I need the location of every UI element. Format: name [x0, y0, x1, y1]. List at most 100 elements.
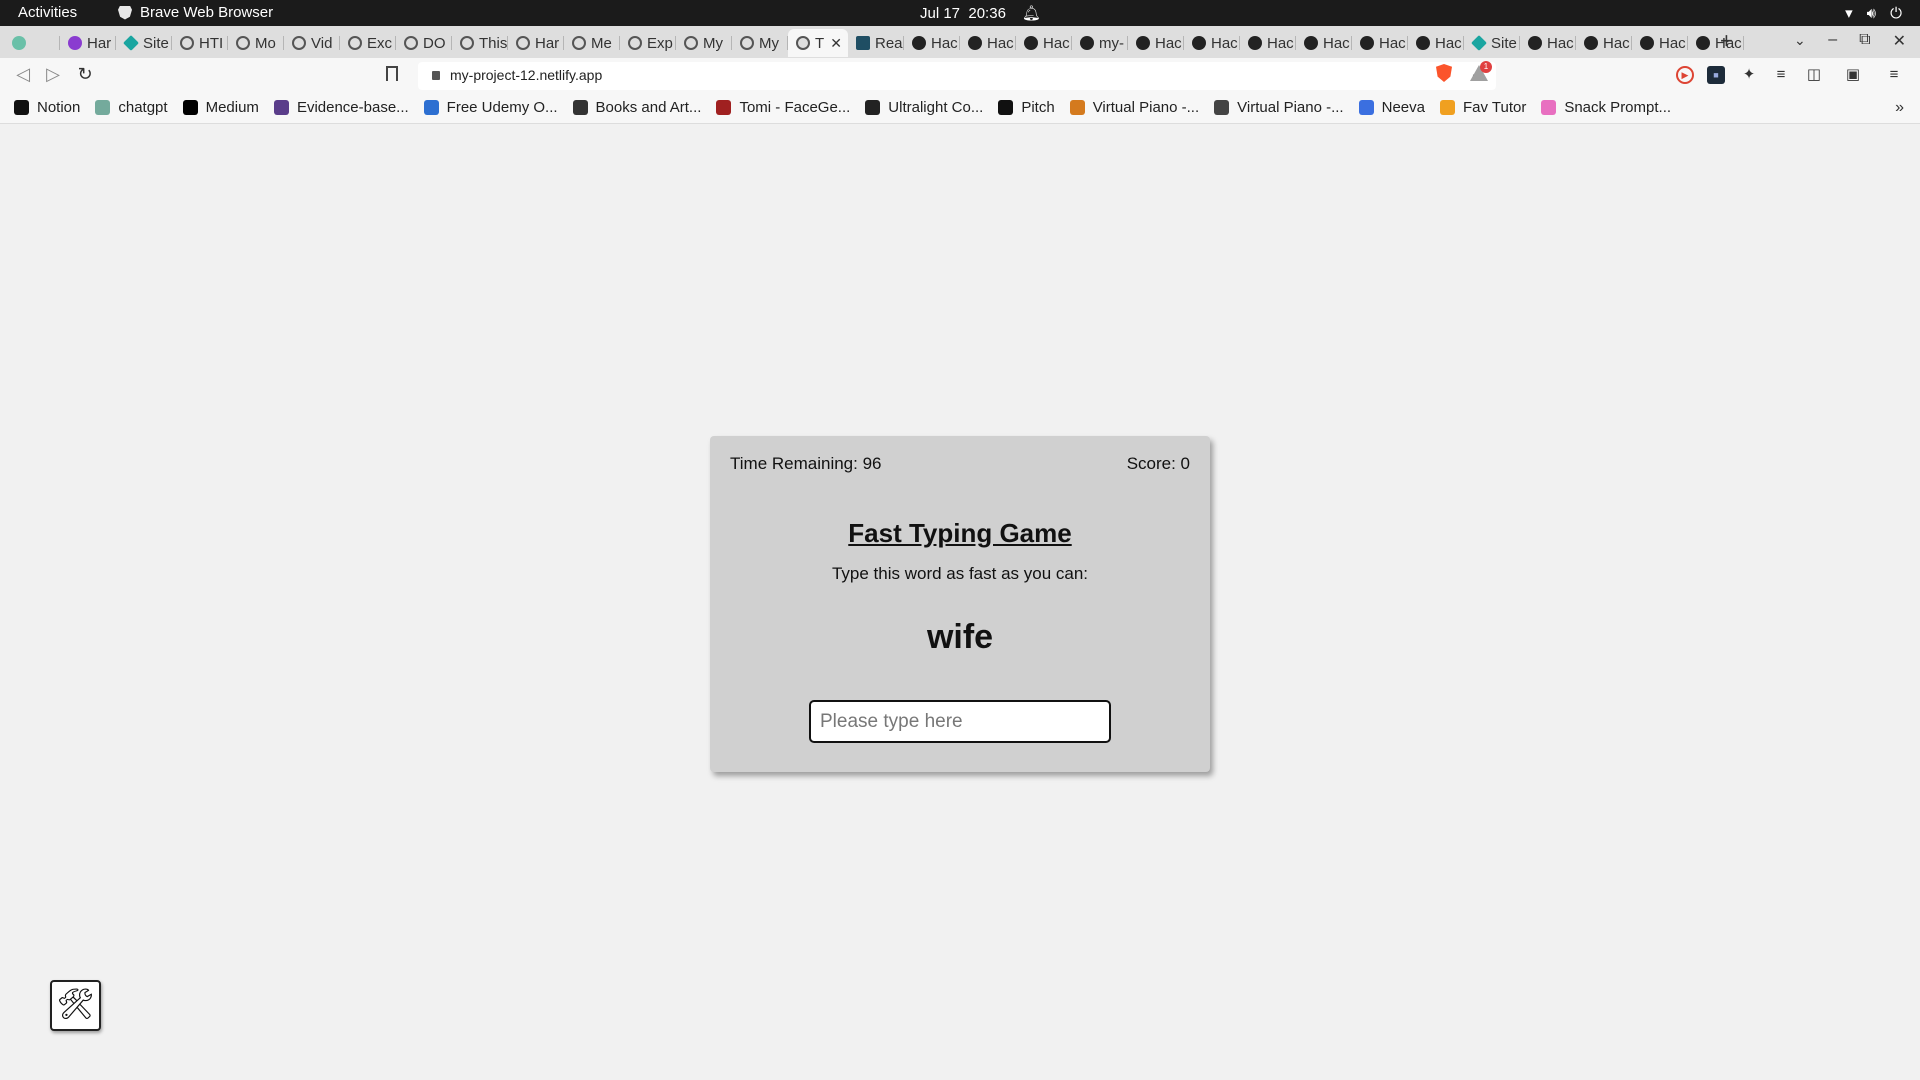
bookmark-favicon-icon — [182, 100, 198, 115]
bookmark-item[interactable]: Virtual Piano -... — [1214, 99, 1344, 116]
tab[interactable]: HTI — [172, 29, 228, 57]
forward-button[interactable]: ▷ — [42, 64, 64, 85]
tab[interactable]: Hac — [1688, 29, 1744, 57]
clock[interactable]: Jul 17 20:36 🔔︎ — [920, 4, 1041, 23]
reading-list-icon[interactable]: ≡ — [1772, 66, 1790, 84]
tab[interactable]: my- — [1072, 29, 1128, 57]
bookmark-item[interactable]: Notion — [14, 99, 80, 116]
tab[interactable]: Hac — [1016, 29, 1072, 57]
tab-search-chevron-icon[interactable]: ⌄ — [1794, 32, 1806, 49]
tab-label: Hac — [1043, 34, 1070, 52]
bookmark-favicon-icon — [1439, 100, 1455, 115]
bookmark-item[interactable]: chatgpt — [95, 99, 168, 116]
bookmark-item[interactable]: Medium — [182, 99, 259, 116]
sidebar-icon[interactable]: ◫ — [1805, 66, 1823, 84]
tab-label: Hac — [1211, 34, 1238, 52]
tab[interactable]: Har — [508, 29, 564, 57]
tab[interactable]: Vid — [284, 29, 340, 57]
tab-label: DO — [423, 34, 446, 52]
tab[interactable] — [4, 29, 60, 57]
tab[interactable]: Hac — [960, 29, 1016, 57]
tools-icon[interactable]: 🛠︎ — [50, 980, 101, 1031]
activities-button[interactable]: Activities — [18, 4, 77, 21]
bookmark-item[interactable]: Pitch — [998, 99, 1055, 116]
bookmark-item[interactable]: Evidence-base... — [273, 99, 409, 116]
bookmark-label: Evidence-base... — [296, 99, 409, 116]
bookmark-label: Fav Tutor — [1462, 99, 1527, 116]
tab[interactable]: Hac — [1128, 29, 1184, 57]
tab[interactable]: Hac — [1520, 29, 1576, 57]
bookmark-label: Tomi - FaceGe... — [739, 99, 851, 116]
tab-favicon-icon — [68, 36, 82, 50]
close-tab-icon[interactable]: ✕ — [830, 35, 842, 52]
window-controls: – ⧉ ✕ — [1828, 31, 1906, 51]
tab[interactable]: Me — [564, 29, 620, 57]
typing-input[interactable] — [809, 700, 1111, 743]
tab-favicon-icon — [968, 36, 982, 50]
tab-favicon-icon — [912, 36, 926, 50]
close-window-button[interactable]: ✕ — [1893, 31, 1906, 51]
extensions-puzzle-icon[interactable]: ✦ — [1740, 66, 1758, 84]
bookmark-icon[interactable] — [386, 66, 398, 81]
tab[interactable]: My — [676, 29, 732, 57]
tab[interactable]: Rea — [848, 29, 904, 57]
tab[interactable]: Hac — [1408, 29, 1464, 57]
bell-icon: 🔔︎ — [1021, 5, 1041, 22]
restore-button[interactable]: ⧉ — [1859, 31, 1870, 51]
rewards-badge: 1 — [1480, 61, 1492, 73]
record-extension-icon[interactable]: ▶ — [1676, 66, 1694, 84]
bookmark-favicon-icon — [1541, 100, 1557, 115]
tab-label: Har — [535, 34, 560, 52]
bookmark-favicon-icon — [1214, 100, 1230, 115]
bookmark-item[interactable]: Fav Tutor — [1439, 99, 1527, 116]
minimize-button[interactable]: – — [1828, 31, 1837, 51]
tab[interactable]: Site — [1464, 29, 1520, 57]
back-button[interactable]: ◁ — [12, 64, 34, 85]
more-bookmarks-icon[interactable]: » — [1895, 99, 1904, 117]
bookmark-item[interactable]: Free Udemy O... — [423, 99, 558, 116]
tab[interactable]: Mo — [228, 29, 284, 57]
tab[interactable]: Exc — [340, 29, 396, 57]
bookmarks-bar: Notion chatgpt Medium Evidence-base... Free … — [0, 94, 1920, 124]
tab[interactable]: Hac — [1632, 29, 1688, 57]
tab[interactable]: This — [452, 29, 508, 57]
tab[interactable]: My — [732, 29, 788, 57]
time-remaining: Time Remaining: 96 — [730, 454, 882, 473]
system-tray[interactable]: ▾ 🔊︎ ⏻ — [1845, 4, 1902, 23]
tab-list: Har Site HTI Mo Vid Exc DO This Har Me Exp My My T ✕ Re… — [4, 29, 1744, 57]
bookmark-item[interactable]: Snack Prompt... — [1541, 99, 1671, 116]
tab[interactable]: Hac — [1296, 29, 1352, 57]
address-bar[interactable]: my-project-12.netlify.app ⊲ — [418, 62, 1496, 90]
new-tab-button[interactable]: + — [1720, 28, 1733, 54]
menu-icon[interactable]: ≡ — [1885, 66, 1903, 84]
bookmark-item[interactable]: Ultralight Co... — [865, 99, 983, 116]
app-menu[interactable]: Brave Web Browser — [118, 4, 273, 21]
bookmark-favicon-icon — [1358, 100, 1374, 115]
url-text[interactable]: my-project-12.netlify.app — [450, 67, 602, 83]
tab-label: Vid — [311, 34, 333, 52]
tab[interactable]: Hac — [1184, 29, 1240, 57]
tab-label: Har — [87, 34, 112, 52]
tab-label: Hac — [1603, 34, 1630, 52]
system-top-bar: Activities Brave Web Browser Jul 17 20:3… — [0, 0, 1920, 26]
bookmark-item[interactable]: Virtual Piano -... — [1069, 99, 1200, 116]
bookmark-label: Virtual Piano -... — [1092, 99, 1200, 116]
tab[interactable]: Exp — [620, 29, 676, 57]
tab-active[interactable]: T ✕ — [788, 29, 848, 57]
tab[interactable]: Hac — [1576, 29, 1632, 57]
volume-icon: 🔊︎ — [1866, 4, 1877, 22]
bookmark-item[interactable]: Tomi - FaceGe... — [716, 99, 850, 116]
tab[interactable]: Site — [116, 29, 172, 57]
tab-label: Hac — [1659, 34, 1686, 52]
dark-extension-icon[interactable]: ■ — [1707, 66, 1725, 84]
reload-button[interactable]: ↻ — [74, 64, 96, 85]
tab[interactable]: Hac — [1352, 29, 1408, 57]
tab[interactable]: Hac — [1240, 29, 1296, 57]
tab[interactable]: Hac — [904, 29, 960, 57]
brave-logo-icon — [118, 5, 132, 20]
bookmark-item[interactable]: Neeva — [1358, 99, 1425, 116]
wallet-icon[interactable]: ▣ — [1844, 66, 1862, 84]
bookmark-item[interactable]: Books and Art... — [572, 99, 701, 116]
tab[interactable]: DO — [396, 29, 452, 57]
tab[interactable]: Har — [60, 29, 116, 57]
